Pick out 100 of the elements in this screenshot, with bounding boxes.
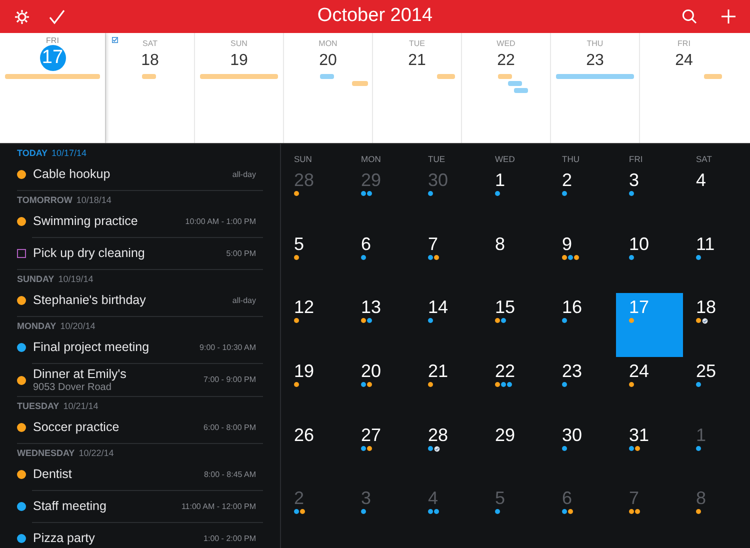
event-time: 10:00 AM - 1:00 PM (185, 216, 256, 228)
day-number: 24 (674, 51, 694, 71)
day-number: 16 (562, 297, 584, 318)
calendar-day[interactable]: 23 (549, 357, 616, 421)
calendar-day[interactable]: 28 (415, 420, 482, 484)
event-time: 9:00 - 10:30 AM (200, 342, 256, 354)
day-number: 9 (562, 234, 574, 254)
calendar-day[interactable]: 10 (616, 230, 683, 294)
calendar-day[interactable]: 18 (683, 293, 750, 357)
day-column[interactable]: SUN 19 (194, 33, 283, 143)
day-number: 26 (294, 424, 316, 445)
calendar-day[interactable]: 6 (348, 230, 415, 294)
day-number: 29 (495, 424, 516, 445)
agenda-item[interactable]: Pick up dry cleaning 5:00 PM (0, 238, 280, 269)
day-column[interactable]: THU 23 (550, 33, 639, 143)
calendar-day[interactable]: 8 (482, 230, 549, 294)
calendar-day[interactable]: 7 (415, 230, 482, 294)
agenda-item[interactable]: Soccer practice 6:00 - 8:00 PM (0, 412, 280, 443)
day-number: 23 (585, 51, 605, 71)
section-label: WEDNESDAY (17, 448, 75, 458)
weekday-label: WED (496, 38, 516, 50)
calendar-day[interactable]: 3 (616, 166, 683, 230)
weekday-label: MON (318, 38, 338, 50)
day-column[interactable]: TUE 21 (372, 33, 461, 143)
agenda-item[interactable]: Pizza party 1:00 - 2:00 PM (0, 523, 280, 548)
agenda-item[interactable]: Swimming practice 10:00 AM - 1:00 PM (0, 206, 280, 237)
event-time: all-day (232, 168, 256, 180)
day-number: 11 (696, 234, 716, 254)
day-number: 1 (495, 170, 506, 190)
weekday-header: SAT (695, 153, 713, 166)
day-column[interactable]: SAT 18 (105, 33, 194, 143)
day-number: 3 (361, 488, 372, 508)
day-column[interactable]: FRI 17 (0, 33, 105, 143)
calendar-day[interactable]: 22 (482, 357, 549, 421)
calendar-day[interactable]: 2 (549, 166, 616, 230)
day-number: 7 (629, 488, 640, 508)
agenda-item[interactable]: Staff meeting 11:00 AM - 12:00 PM (0, 491, 280, 522)
agenda-item[interactable]: Cable hookup all-day (0, 159, 280, 190)
task-checkbox[interactable] (17, 249, 26, 258)
day-number: 29 (361, 170, 382, 190)
calendar-day[interactable]: 16 (549, 293, 616, 357)
day-number: 17 (629, 297, 650, 318)
day-number: 5 (294, 234, 306, 254)
calendar-day[interactable]: 12 (281, 293, 348, 357)
checkmark-icon[interactable] (49, 8, 65, 24)
calendar-day[interactable]: 9 (549, 230, 616, 294)
day-number: 20 (361, 361, 382, 381)
calendar-day[interactable]: 21 (415, 357, 482, 421)
agenda-item[interactable]: Dinner at Emily's 9053 Dover Road 7:00 - 9:00 PM (0, 364, 280, 396)
day-number: 8 (696, 488, 708, 508)
event-title: Dentist (33, 467, 72, 482)
day-number: 8 (495, 234, 506, 254)
calendar-day[interactable]: 26 (281, 420, 348, 484)
weekday-label: SUN (230, 38, 248, 50)
calendar-day[interactable]: 19 (281, 357, 348, 421)
event-title: Swimming practice (33, 214, 138, 229)
event-location: 9053 Dover Road (33, 382, 112, 393)
day-number: 10 (629, 234, 650, 254)
day-number: 2 (562, 170, 574, 190)
day-number: 2 (294, 488, 306, 508)
day-number: 12 (294, 297, 316, 318)
calendar-day[interactable]: 30 (549, 420, 616, 484)
calendar-day[interactable]: 15 (482, 293, 549, 357)
calendar-day[interactable]: 25 (683, 357, 750, 421)
section-date: 10/17/14 (52, 148, 87, 158)
event-time: 5:00 PM (226, 248, 256, 260)
calendar-day[interactable]: 27 (348, 420, 415, 484)
event-title: Soccer practice (33, 420, 120, 435)
day-number: 4 (696, 170, 708, 190)
day-column[interactable]: MON 20 (283, 33, 372, 143)
day-number: 23 (562, 361, 584, 381)
section-label: SUNDAY (17, 274, 54, 284)
calendar-day[interactable]: 5 (281, 230, 348, 294)
event-time: 7:00 - 9:00 PM (204, 374, 256, 386)
calendar-day[interactable]: 13 (348, 293, 415, 357)
calendar-day[interactable]: 29 (482, 420, 549, 484)
agenda-item[interactable]: Dentist 8:00 - 8:45 AM (0, 459, 280, 490)
day-number: 30 (562, 424, 584, 445)
settings-icon[interactable] (14, 8, 30, 24)
calendar-day[interactable]: 11 (683, 230, 750, 294)
agenda-item[interactable]: Final project meeting 9:00 - 10:30 AM (0, 332, 280, 363)
event-title: Pizza party (33, 531, 95, 546)
agenda-item[interactable]: Stephanie's birthday all-day (0, 285, 280, 316)
day-number: 28 (294, 170, 316, 190)
calendar-day[interactable]: 20 (348, 357, 415, 421)
day-number: 30 (428, 170, 450, 190)
search-icon[interactable] (682, 9, 697, 24)
calendar-day[interactable]: 31 (616, 420, 683, 484)
section-label: TODAY (17, 148, 48, 158)
calendar-day[interactable]: 4 (683, 166, 750, 230)
event-time: 11:00 AM - 12:00 PM (181, 500, 256, 512)
weekday-header: TUE (427, 153, 446, 166)
day-column[interactable]: FRI 24 (639, 33, 728, 143)
calendar-day[interactable]: 1 (482, 166, 549, 230)
calendar-day[interactable]: 24 (616, 357, 683, 421)
add-icon[interactable] (721, 9, 736, 24)
event-title: Staff meeting (33, 499, 106, 514)
calendar-day[interactable]: 14 (415, 293, 482, 357)
weekday-header: THU (561, 153, 580, 166)
day-column[interactable]: WED 22 (461, 33, 550, 143)
